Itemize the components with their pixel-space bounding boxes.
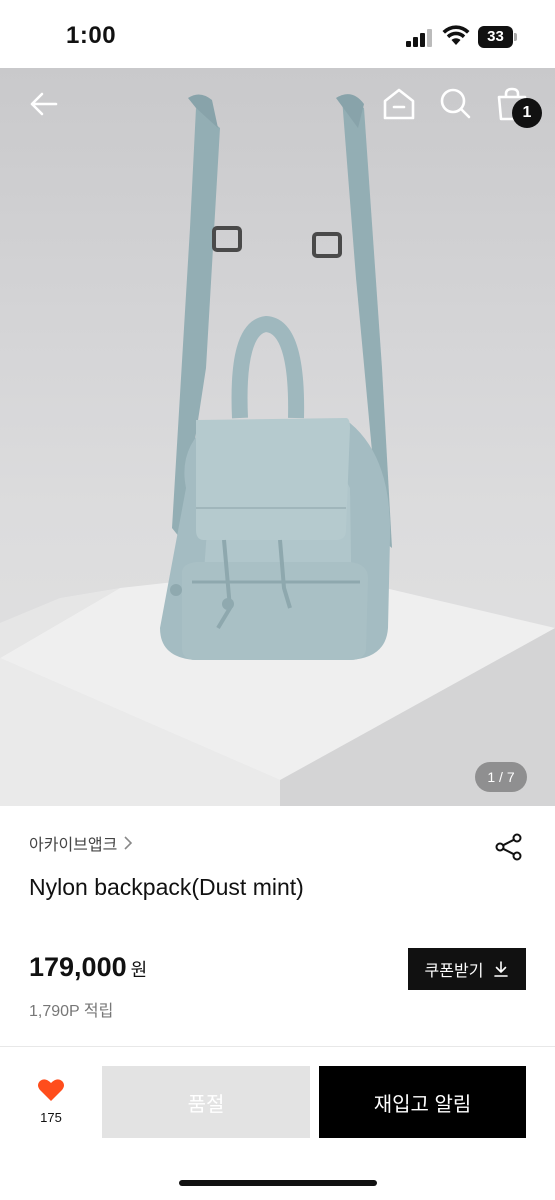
brand-link[interactable]: 아카이브앱크 — [29, 832, 133, 854]
like-count: 175 — [40, 1110, 62, 1125]
battery-level: 33 — [478, 26, 513, 48]
battery-icon: 33 — [478, 26, 518, 48]
product-title: Nylon backpack(Dust mint) — [29, 874, 304, 900]
heart-icon — [38, 1079, 64, 1101]
like-button[interactable]: 175 — [28, 1078, 74, 1130]
share-icon[interactable] — [494, 832, 524, 862]
cart-count-badge: 1 — [512, 98, 542, 128]
home-icon[interactable] — [381, 86, 417, 122]
image-counter: 1 / 7 — [475, 762, 527, 792]
status-time: 1:00 — [66, 22, 117, 49]
cellular-signal-icon — [406, 29, 434, 47]
price-currency: 원 — [130, 960, 148, 980]
coupon-label: 쿠폰받기 — [424, 963, 484, 980]
top-nav — [0, 68, 555, 140]
soldout-button[interactable]: 품절 — [102, 1066, 310, 1138]
product-photo — [0, 94, 555, 806]
brand-name: 아카이브앱크 — [29, 837, 118, 854]
wifi-icon — [442, 25, 470, 45]
search-icon[interactable] — [437, 86, 473, 122]
download-icon — [494, 961, 509, 977]
product-price: 179,000 — [29, 952, 127, 982]
product-image-carousel[interactable] — [0, 68, 555, 806]
status-bar: 1:00 33 — [0, 0, 555, 68]
home-indicator[interactable] — [179, 1180, 377, 1186]
coupon-button[interactable]: 쿠폰받기 — [408, 948, 526, 990]
back-arrow-icon[interactable] — [26, 86, 62, 122]
chevron-right-icon — [124, 836, 133, 850]
restock-alert-button[interactable]: 재입고 알림 — [319, 1066, 526, 1138]
price-row: 179,000 원 — [29, 952, 147, 983]
reward-points: 1,790P 적립 — [29, 1003, 114, 1020]
divider — [0, 1046, 555, 1047]
